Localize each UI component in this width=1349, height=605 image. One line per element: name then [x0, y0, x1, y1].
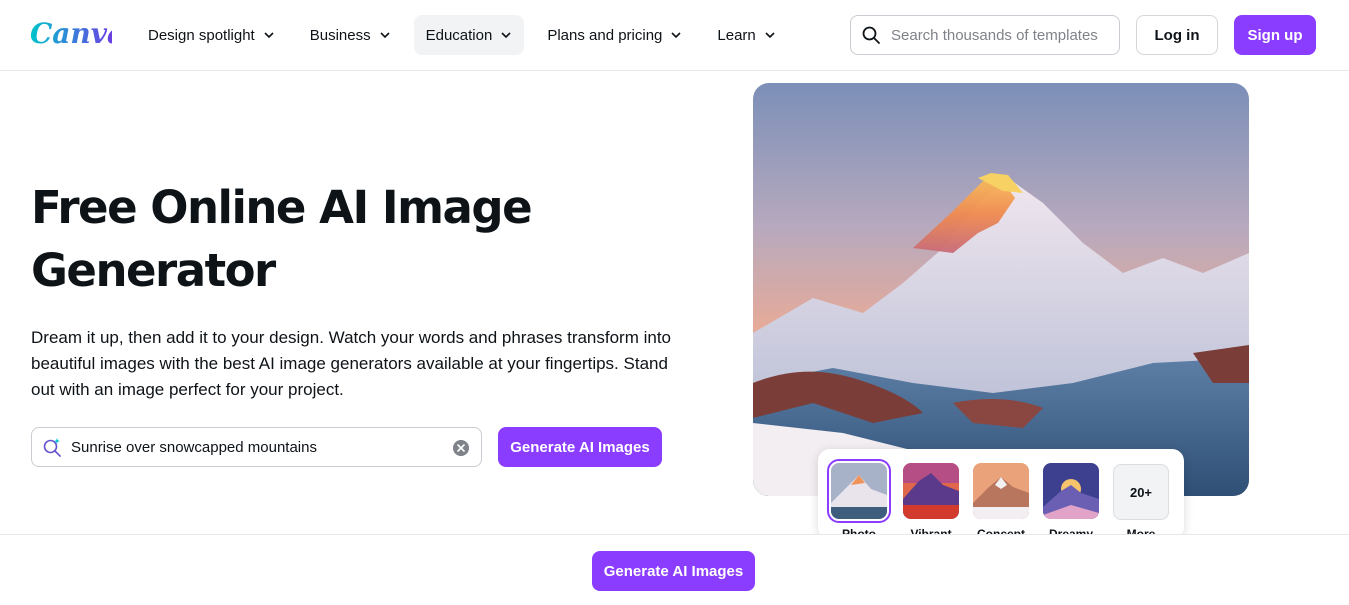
style-dreamy-thumbnail[interactable]: [1043, 463, 1099, 519]
hero-description: Dream it up, then add it to your design.…: [31, 328, 672, 399]
chevron-down-icon: [765, 32, 775, 39]
sticky-generate-button[interactable]: Generate AI Images: [592, 551, 755, 591]
style-photo-thumbnail[interactable]: [827, 459, 891, 523]
prompt-input[interactable]: [71, 438, 441, 456]
more-styles-button[interactable]: 20+: [1113, 464, 1169, 520]
main-nav: Design spotlight Business Education Plan…: [136, 15, 799, 55]
style-picker: Photo Vibrant Concept Dreamy 20+ More: [818, 449, 1184, 541]
chevron-down-icon: [380, 32, 390, 39]
nav-design-spotlight[interactable]: Design spotlight: [136, 15, 287, 55]
nav-label: Business: [309, 26, 371, 44]
sticky-cta-bar: Generate AI Images: [0, 534, 1349, 605]
search-input[interactable]: [891, 26, 1111, 44]
prompt-field: [31, 427, 482, 467]
nav-education[interactable]: Education: [413, 15, 525, 55]
page-title: Free Online AI Image Generator: [31, 181, 533, 297]
nav-label: Education: [425, 26, 493, 44]
nav-label: Design spotlight: [148, 26, 255, 44]
chevron-down-icon: [264, 32, 274, 39]
style-concept-thumbnail[interactable]: [973, 463, 1029, 519]
nav-learn[interactable]: Learn: [705, 15, 787, 55]
sparkle-search-icon: [43, 438, 61, 457]
site-header: Canva Design spotlight Business Educatio…: [0, 0, 1349, 71]
svg-text:Canva: Canva: [30, 17, 112, 50]
mountain-sunrise-image: [753, 83, 1249, 496]
nav-plans-and-pricing[interactable]: Plans and pricing: [535, 15, 694, 55]
more-styles-count: 20+: [1129, 484, 1153, 500]
generate-ai-images-button[interactable]: Generate AI Images: [498, 427, 662, 467]
nav-label: Plans and pricing: [547, 26, 663, 44]
search-icon: [862, 26, 880, 44]
chevron-down-icon: [501, 32, 511, 39]
canva-logo[interactable]: Canva: [30, 14, 112, 54]
signup-button[interactable]: Sign up: [1234, 15, 1316, 55]
clear-icon[interactable]: [453, 440, 469, 456]
style-vibrant-thumbnail[interactable]: [903, 463, 959, 519]
template-search: [850, 15, 1120, 55]
nav-label: Learn: [717, 26, 756, 44]
login-button[interactable]: Log in: [1136, 15, 1218, 55]
chevron-down-icon: [671, 32, 681, 39]
nav-business[interactable]: Business: [298, 15, 403, 55]
